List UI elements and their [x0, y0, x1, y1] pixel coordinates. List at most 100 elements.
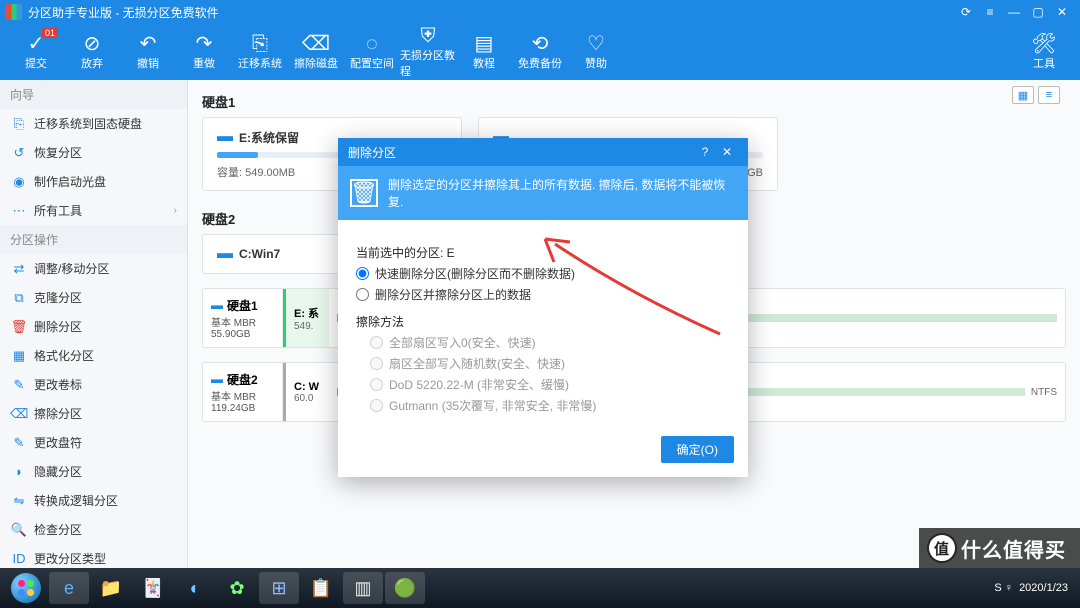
minimize-button[interactable]: —: [1002, 5, 1026, 19]
trash-icon: 🗑: [350, 179, 378, 207]
toolbar-icon: ⛨: [421, 25, 436, 47]
radio-quick-delete[interactable]: 快速删除分区(删除分区而不删除数据): [356, 265, 730, 282]
taskbar-app-3[interactable]: ✿: [217, 572, 257, 604]
sidebar: 向导 ⎘迁移系统到固态硬盘↺恢复分区◉制作启动光盘⋯所有工具› 分区操作 ⇄调整…: [0, 80, 188, 568]
sidebar-icon: ID: [10, 551, 28, 566]
sidebar-item[interactable]: 🗑删除分区: [0, 312, 187, 341]
toolbar-2[interactable]: ↶撤销: [120, 28, 176, 76]
partition-name: C:Win7: [239, 247, 280, 261]
maximize-button[interactable]: ▢: [1026, 5, 1050, 19]
taskbar: e 📁 🃏 ◐ ✿ ⊞ 📋 ▥ 🟢 S ♀ 2020/1/23: [0, 568, 1080, 608]
sidebar-item[interactable]: ✎更改盘符: [0, 428, 187, 457]
sidebar-item[interactable]: ◗隐藏分区: [0, 457, 187, 486]
sidebar-item[interactable]: ↺恢复分区: [0, 138, 187, 167]
toolbar-icon: ↷: [196, 33, 213, 55]
toolbar: 01✓提交⊘放弃↶撤销↷重做⎘迁移系统⌫擦除磁盘◌配置空间⛨无损分区教程▤教程⟲…: [0, 24, 1080, 80]
window-title: 分区助手专业版 - 无损分区免费软件: [28, 4, 219, 21]
taskbar-app-2[interactable]: ◐: [175, 572, 215, 604]
toolbar-5[interactable]: ⌫擦除磁盘: [288, 28, 344, 76]
sidebar-icon: ⌫: [10, 406, 28, 422]
sidebar-item[interactable]: ⇋转换成逻辑分区: [0, 486, 187, 515]
taskbar-app-1[interactable]: 🃏: [133, 572, 173, 604]
sidebar-item[interactable]: 🔍检查分区: [0, 515, 187, 544]
toolbar-6[interactable]: ◌配置空间: [344, 28, 400, 76]
tray-icons[interactable]: S ♀: [994, 582, 1013, 594]
ok-button[interactable]: 确定(O): [661, 436, 734, 463]
sidebar-icon: 🗑: [10, 319, 28, 335]
sidebar-item[interactable]: ⌫擦除分区: [0, 399, 187, 428]
toolbar-0[interactable]: 01✓提交: [8, 28, 64, 76]
sidebar-group-ops: 分区操作: [0, 225, 187, 254]
taskbar-explorer[interactable]: 📁: [91, 572, 131, 604]
sidebar-group-guide: 向导: [0, 80, 187, 109]
sidebar-icon: 🔍: [10, 522, 28, 538]
sidebar-item[interactable]: ⧉克隆分区: [0, 283, 187, 312]
toolbar-4[interactable]: ⎘迁移系统: [232, 28, 288, 76]
toolbar-icon: ⎘: [252, 33, 268, 55]
tools-icon: 🛠: [1031, 33, 1056, 55]
taskbar-app-4[interactable]: ⊞: [259, 572, 299, 604]
sidebar-icon: ↺: [10, 145, 28, 161]
toolbar-10[interactable]: ♡赞助: [568, 28, 624, 76]
dialog-close-button[interactable]: ✕: [716, 145, 738, 159]
sidebar-icon: ◗: [10, 464, 28, 479]
system-tray[interactable]: S ♀ 2020/1/23: [994, 582, 1076, 595]
radio-wipe-option: Gutmann (35次覆写, 非常安全, 非常慢): [370, 397, 730, 414]
disk-icon: ▬: [211, 298, 223, 312]
drive-icon: ▬: [217, 128, 233, 146]
chevron-right-icon: ›: [174, 205, 177, 216]
dialog-help-button[interactable]: ?: [694, 145, 716, 159]
watermark: 值 什么值得买: [919, 528, 1080, 568]
refresh-button[interactable]: ⟳: [954, 5, 978, 19]
toolbar-icon: ⟲: [532, 33, 549, 55]
sidebar-item[interactable]: ⎘迁移系统到固态硬盘: [0, 109, 187, 138]
tray-clock[interactable]: 2020/1/23: [1019, 582, 1068, 595]
wipe-method-label: 擦除方法: [356, 313, 730, 330]
close-button[interactable]: ✕: [1050, 5, 1074, 19]
toolbar-icon: ⊘: [84, 33, 101, 55]
sidebar-icon: ⧉: [10, 290, 28, 306]
taskbar-app-5[interactable]: 📋: [301, 572, 341, 604]
current-partition-label: 当前选中的分区: E: [356, 244, 730, 261]
taskbar-partition-assistant[interactable]: 🟢: [385, 572, 425, 604]
view-list-button[interactable]: ≡: [1038, 86, 1060, 104]
fs-label: NTFS: [1031, 387, 1057, 398]
toolbar-1[interactable]: ⊘放弃: [64, 28, 120, 76]
radio-wipe-option: 全部扇区写入0(安全、快速): [370, 334, 730, 351]
toolbar-9[interactable]: ⟲免费备份: [512, 28, 568, 76]
disk1-label: 硬盘1: [202, 92, 1066, 111]
taskbar-app-6[interactable]: ▥: [343, 572, 383, 604]
toolbar-label: 工具: [1033, 55, 1055, 71]
toolbar-icon: ↶: [140, 33, 157, 55]
sidebar-icon: ⋯: [10, 203, 28, 219]
menu-button[interactable]: ≡: [978, 5, 1002, 19]
toolbar-tools[interactable]: 🛠 工具: [1016, 28, 1072, 76]
disk-icon: ▬: [211, 372, 223, 386]
toolbar-icon: ⌫: [302, 33, 330, 55]
sidebar-icon: ⎘: [10, 116, 28, 132]
sidebar-icon: ⇋: [10, 493, 28, 509]
radio-wipe-option: 扇区全部写入随机数(安全、快速): [370, 355, 730, 372]
sidebar-item[interactable]: ▦格式化分区: [0, 341, 187, 370]
dialog-titlebar: 删除分区 ? ✕: [338, 138, 748, 166]
sidebar-item[interactable]: ◉制作启动光盘: [0, 167, 187, 196]
app-logo-icon: [6, 4, 22, 20]
radio-delete-and-wipe[interactable]: 删除分区并擦除分区上的数据: [356, 286, 730, 303]
toolbar-icon: ▤: [475, 33, 494, 55]
dialog-title: 删除分区: [348, 144, 396, 161]
toolbar-icon: ♡: [587, 33, 605, 55]
start-button[interactable]: [5, 572, 47, 604]
radio-wipe-option: DoD 5220.22-M (非常安全、缓慢): [370, 376, 730, 393]
watermark-text: 什么值得买: [961, 534, 1066, 563]
sidebar-icon: ▦: [10, 348, 28, 364]
sidebar-item[interactable]: ID更改分区类型: [0, 544, 187, 568]
toolbar-7[interactable]: ⛨无损分区教程: [400, 28, 456, 76]
sidebar-item[interactable]: ⇄调整/移动分区: [0, 254, 187, 283]
sidebar-item[interactable]: ⋯所有工具›: [0, 196, 187, 225]
dialog-banner-text: 删除选定的分区并擦除其上的所有数据. 擦除后, 数据将不能被恢复.: [388, 176, 736, 210]
toolbar-3[interactable]: ↷重做: [176, 28, 232, 76]
toolbar-8[interactable]: ▤教程: [456, 28, 512, 76]
taskbar-ie[interactable]: e: [49, 572, 89, 604]
view-grid-button[interactable]: ▦: [1012, 86, 1034, 104]
sidebar-item[interactable]: ✎更改卷标: [0, 370, 187, 399]
